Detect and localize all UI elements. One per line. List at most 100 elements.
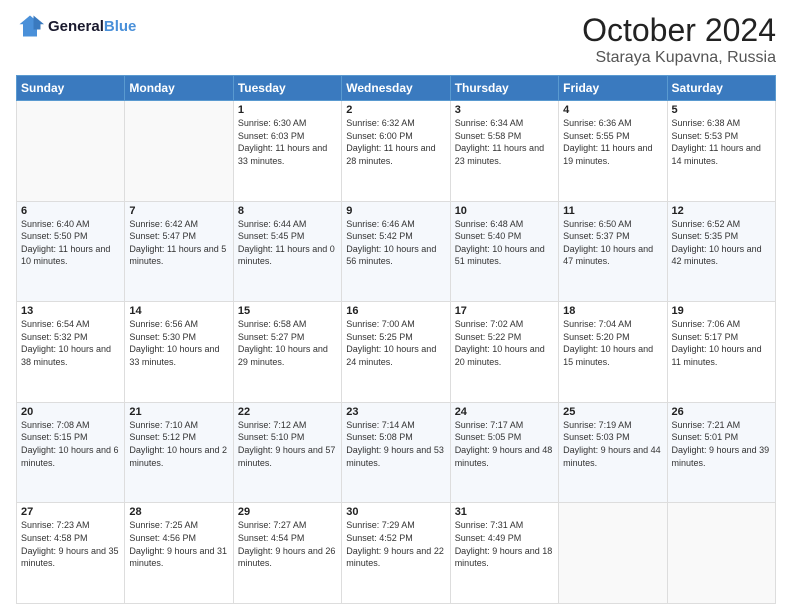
day-detail: Sunrise: 7:06 AMSunset: 5:17 PMDaylight:… — [672, 318, 771, 368]
col-sunday: Sunday — [17, 76, 125, 101]
calendar-week-row: 6 Sunrise: 6:40 AMSunset: 5:50 PMDayligh… — [17, 201, 776, 302]
day-detail: Sunrise: 7:17 AMSunset: 5:05 PMDaylight:… — [455, 419, 554, 469]
table-row: 21 Sunrise: 7:10 AMSunset: 5:12 PMDaylig… — [125, 402, 233, 503]
day-number: 29 — [238, 506, 337, 518]
col-saturday: Saturday — [667, 76, 775, 101]
day-detail: Sunrise: 7:02 AMSunset: 5:22 PMDaylight:… — [455, 318, 554, 368]
day-detail: Sunrise: 6:34 AMSunset: 5:58 PMDaylight:… — [455, 117, 554, 167]
logo-icon — [16, 12, 44, 40]
table-row: 4 Sunrise: 6:36 AMSunset: 5:55 PMDayligh… — [559, 101, 667, 202]
day-detail: Sunrise: 7:10 AMSunset: 5:12 PMDaylight:… — [129, 419, 228, 469]
table-row: 12 Sunrise: 6:52 AMSunset: 5:35 PMDaylig… — [667, 201, 775, 302]
day-number: 8 — [238, 205, 337, 217]
day-number: 28 — [129, 506, 228, 518]
table-row: 8 Sunrise: 6:44 AMSunset: 5:45 PMDayligh… — [233, 201, 341, 302]
calendar-week-row: 13 Sunrise: 6:54 AMSunset: 5:32 PMDaylig… — [17, 302, 776, 403]
day-detail: Sunrise: 7:25 AMSunset: 4:56 PMDaylight:… — [129, 519, 228, 569]
day-number: 15 — [238, 305, 337, 317]
day-number: 12 — [672, 205, 771, 217]
day-detail: Sunrise: 6:46 AMSunset: 5:42 PMDaylight:… — [346, 218, 445, 268]
day-number: 23 — [346, 406, 445, 418]
table-row: 18 Sunrise: 7:04 AMSunset: 5:20 PMDaylig… — [559, 302, 667, 403]
day-number: 14 — [129, 305, 228, 317]
day-number: 24 — [455, 406, 554, 418]
day-number: 1 — [238, 104, 337, 116]
table-row: 13 Sunrise: 6:54 AMSunset: 5:32 PMDaylig… — [17, 302, 125, 403]
table-row: 25 Sunrise: 7:19 AMSunset: 5:03 PMDaylig… — [559, 402, 667, 503]
day-number: 2 — [346, 104, 445, 116]
table-row — [125, 101, 233, 202]
day-detail: Sunrise: 7:31 AMSunset: 4:49 PMDaylight:… — [455, 519, 554, 569]
day-number: 17 — [455, 305, 554, 317]
day-detail: Sunrise: 7:21 AMSunset: 5:01 PMDaylight:… — [672, 419, 771, 469]
day-number: 6 — [21, 205, 120, 217]
table-row: 1 Sunrise: 6:30 AMSunset: 6:03 PMDayligh… — [233, 101, 341, 202]
day-number: 20 — [21, 406, 120, 418]
day-detail: Sunrise: 7:12 AMSunset: 5:10 PMDaylight:… — [238, 419, 337, 469]
day-detail: Sunrise: 6:56 AMSunset: 5:30 PMDaylight:… — [129, 318, 228, 368]
col-wednesday: Wednesday — [342, 76, 450, 101]
day-number: 30 — [346, 506, 445, 518]
table-row — [667, 503, 775, 604]
table-row: 28 Sunrise: 7:25 AMSunset: 4:56 PMDaylig… — [125, 503, 233, 604]
table-row: 29 Sunrise: 7:27 AMSunset: 4:54 PMDaylig… — [233, 503, 341, 604]
table-row: 26 Sunrise: 7:21 AMSunset: 5:01 PMDaylig… — [667, 402, 775, 503]
table-row: 16 Sunrise: 7:00 AMSunset: 5:25 PMDaylig… — [342, 302, 450, 403]
day-number: 27 — [21, 506, 120, 518]
calendar-week-row: 20 Sunrise: 7:08 AMSunset: 5:15 PMDaylig… — [17, 402, 776, 503]
day-number: 13 — [21, 305, 120, 317]
table-row: 20 Sunrise: 7:08 AMSunset: 5:15 PMDaylig… — [17, 402, 125, 503]
day-detail: Sunrise: 7:19 AMSunset: 5:03 PMDaylight:… — [563, 419, 662, 469]
day-detail: Sunrise: 6:42 AMSunset: 5:47 PMDaylight:… — [129, 218, 228, 268]
table-row: 11 Sunrise: 6:50 AMSunset: 5:37 PMDaylig… — [559, 201, 667, 302]
table-row: 10 Sunrise: 6:48 AMSunset: 5:40 PMDaylig… — [450, 201, 558, 302]
day-detail: Sunrise: 7:14 AMSunset: 5:08 PMDaylight:… — [346, 419, 445, 469]
calendar-header-row: Sunday Monday Tuesday Wednesday Thursday… — [17, 76, 776, 101]
table-row: 19 Sunrise: 7:06 AMSunset: 5:17 PMDaylig… — [667, 302, 775, 403]
day-number: 9 — [346, 205, 445, 217]
title-block: October 2024 Staraya Kupavna, Russia — [582, 12, 776, 67]
day-number: 7 — [129, 205, 228, 217]
col-thursday: Thursday — [450, 76, 558, 101]
day-detail: Sunrise: 7:04 AMSunset: 5:20 PMDaylight:… — [563, 318, 662, 368]
day-number: 11 — [563, 205, 662, 217]
logo-text: GeneralBlue — [48, 18, 136, 35]
table-row: 27 Sunrise: 7:23 AMSunset: 4:58 PMDaylig… — [17, 503, 125, 604]
day-number: 4 — [563, 104, 662, 116]
day-number: 21 — [129, 406, 228, 418]
table-row: 23 Sunrise: 7:14 AMSunset: 5:08 PMDaylig… — [342, 402, 450, 503]
day-number: 22 — [238, 406, 337, 418]
day-number: 25 — [563, 406, 662, 418]
day-number: 10 — [455, 205, 554, 217]
col-tuesday: Tuesday — [233, 76, 341, 101]
location-title: Staraya Kupavna, Russia — [582, 49, 776, 67]
table-row: 3 Sunrise: 6:34 AMSunset: 5:58 PMDayligh… — [450, 101, 558, 202]
day-detail: Sunrise: 6:58 AMSunset: 5:27 PMDaylight:… — [238, 318, 337, 368]
day-number: 18 — [563, 305, 662, 317]
day-number: 3 — [455, 104, 554, 116]
calendar-week-row: 27 Sunrise: 7:23 AMSunset: 4:58 PMDaylig… — [17, 503, 776, 604]
table-row: 5 Sunrise: 6:38 AMSunset: 5:53 PMDayligh… — [667, 101, 775, 202]
table-row: 24 Sunrise: 7:17 AMSunset: 5:05 PMDaylig… — [450, 402, 558, 503]
day-number: 31 — [455, 506, 554, 518]
table-row: 31 Sunrise: 7:31 AMSunset: 4:49 PMDaylig… — [450, 503, 558, 604]
logo: GeneralBlue — [16, 12, 136, 40]
table-row: 2 Sunrise: 6:32 AMSunset: 6:00 PMDayligh… — [342, 101, 450, 202]
col-monday: Monday — [125, 76, 233, 101]
day-detail: Sunrise: 6:40 AMSunset: 5:50 PMDaylight:… — [21, 218, 120, 268]
table-row: 15 Sunrise: 6:58 AMSunset: 5:27 PMDaylig… — [233, 302, 341, 403]
day-number: 19 — [672, 305, 771, 317]
day-detail: Sunrise: 7:29 AMSunset: 4:52 PMDaylight:… — [346, 519, 445, 569]
calendar-week-row: 1 Sunrise: 6:30 AMSunset: 6:03 PMDayligh… — [17, 101, 776, 202]
table-row: 17 Sunrise: 7:02 AMSunset: 5:22 PMDaylig… — [450, 302, 558, 403]
table-row: 14 Sunrise: 6:56 AMSunset: 5:30 PMDaylig… — [125, 302, 233, 403]
table-row: 6 Sunrise: 6:40 AMSunset: 5:50 PMDayligh… — [17, 201, 125, 302]
day-detail: Sunrise: 6:50 AMSunset: 5:37 PMDaylight:… — [563, 218, 662, 268]
day-detail: Sunrise: 7:27 AMSunset: 4:54 PMDaylight:… — [238, 519, 337, 569]
table-row: 30 Sunrise: 7:29 AMSunset: 4:52 PMDaylig… — [342, 503, 450, 604]
day-number: 16 — [346, 305, 445, 317]
col-friday: Friday — [559, 76, 667, 101]
day-detail: Sunrise: 7:23 AMSunset: 4:58 PMDaylight:… — [21, 519, 120, 569]
table-row: 22 Sunrise: 7:12 AMSunset: 5:10 PMDaylig… — [233, 402, 341, 503]
month-title: October 2024 — [582, 12, 776, 49]
